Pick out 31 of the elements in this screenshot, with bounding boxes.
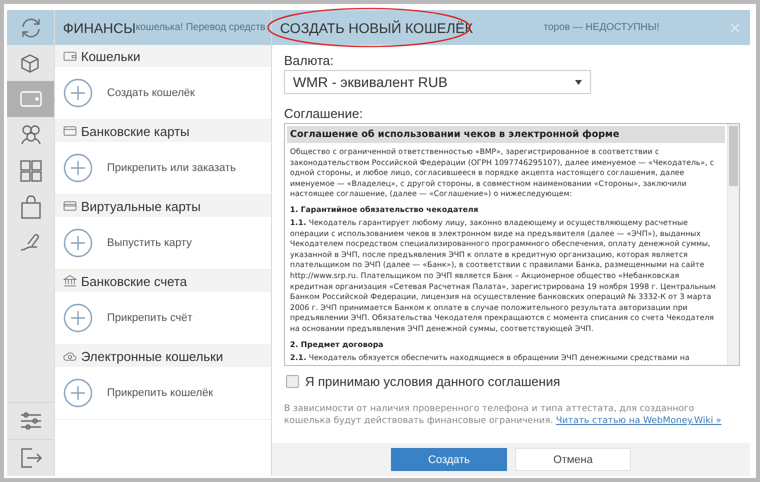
wiki-link[interactable]: Читать статью на WebMoney.Wiki » [556, 416, 722, 426]
caret-icon [575, 80, 582, 84]
section-label: Кошельки [81, 48, 140, 64]
wallet-icon [63, 49, 77, 63]
menu-action[interactable]: Прикрепить кошелёк [55, 367, 271, 420]
section-label: Виртуальные карты [81, 198, 201, 214]
section-label: Банковские счета [81, 274, 188, 288]
card-icon [63, 124, 77, 138]
section-label: Электронные кошельки [81, 348, 224, 364]
create-button[interactable]: Создать [391, 448, 507, 471]
agreement-title: Соглашение об использовании чеков в электронной форме [287, 126, 725, 143]
cancel-button[interactable]: Отмена [515, 448, 631, 471]
checkbox-label: Я принимаю условия данного соглашения [305, 374, 560, 390]
section-label: Банковские карты [81, 124, 190, 138]
banner-text: кошелька! Перевод средств [136, 22, 266, 33]
accept-checkbox[interactable] [286, 375, 299, 388]
section-title: ФИНАНСЫ [63, 20, 136, 36]
plus-circle-icon [63, 228, 93, 258]
scrollbar[interactable] [727, 124, 739, 366]
banner-text: торов — НЕДОСТУПНЫ! [544, 22, 660, 33]
plus-circle-icon [63, 303, 93, 333]
field-label: Валюта: [284, 53, 335, 68]
grid-icon [18, 158, 44, 184]
currency-dropdown[interactable]: WMR - эквивалент RUB [284, 70, 591, 94]
field-label: Соглашение: [284, 106, 364, 121]
limits-note: В зависимости от наличия проверенного телефона и типа аттестата, для созданного кошелька будут действовать финансовые ограничения. Читать статью на WebMoney.Wiki » [284, 403, 722, 428]
plus-circle-icon [63, 78, 93, 108]
plus-circle-icon [63, 378, 93, 408]
card-icon [63, 199, 77, 213]
bank-icon [63, 274, 77, 288]
plus-circle-icon [63, 153, 93, 183]
